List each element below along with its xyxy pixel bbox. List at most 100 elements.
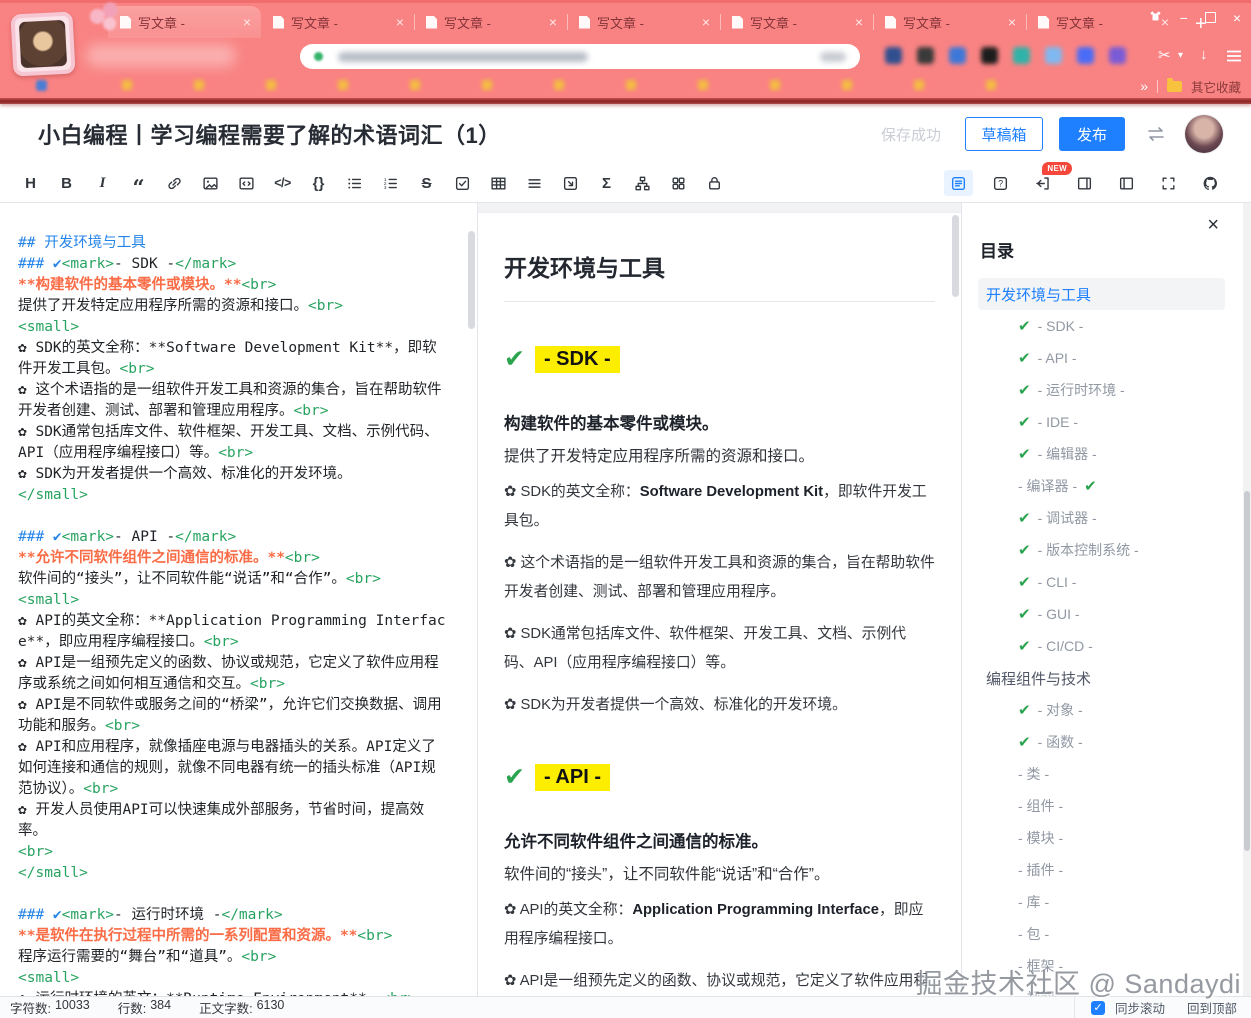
fullscreen-icon[interactable] <box>1154 170 1183 196</box>
source-line[interactable]: 软件间的“接头”，让不同软件能“说话”和“合作”。<br> <box>18 569 447 590</box>
tab-close-icon[interactable]: × <box>394 14 406 30</box>
toc-item[interactable]: ✔- CLI - <box>978 566 1225 598</box>
toc-item[interactable]: - 类 - <box>978 758 1225 790</box>
toc-item[interactable]: ✔- 编辑器 - <box>978 438 1225 470</box>
align-icon[interactable] <box>520 170 549 196</box>
source-line[interactable]: ✿ 开发人员使用API可以快速集成外部服务，节省时间，提高效率。 <box>18 800 447 842</box>
tab-close-icon[interactable]: × <box>853 14 865 30</box>
scissors-caret-icon[interactable]: ▾ <box>1178 50 1183 61</box>
toc-item[interactable]: ✔- 对象 - <box>978 694 1225 726</box>
source-line[interactable]: </small> <box>18 863 447 884</box>
toc-item[interactable]: 开发环境与工具 <box>978 278 1225 310</box>
toc-close-icon[interactable]: × <box>1207 215 1219 235</box>
tab-close-icon[interactable]: × <box>547 14 559 30</box>
outline-icon[interactable] <box>944 170 973 196</box>
inline-code-icon[interactable]: </> <box>268 170 297 196</box>
toc-item[interactable]: ✔- CI/CD - <box>978 630 1225 662</box>
maximize-button[interactable] <box>1205 12 1216 23</box>
toc-item[interactable]: ✔- 函数 - <box>978 726 1225 758</box>
bold-icon[interactable]: B <box>52 170 81 196</box>
table-icon[interactable] <box>484 170 513 196</box>
toc-item[interactable]: ✔- 版本控制系统 - <box>978 534 1225 566</box>
extension-icon[interactable] <box>1013 47 1030 64</box>
page-scrollbar[interactable] <box>1243 203 1251 996</box>
lock-icon[interactable] <box>700 170 729 196</box>
source-line[interactable]: ✿ SDK的英文全称：**Software Development Kit**，… <box>18 338 447 380</box>
source-line[interactable]: </small> <box>18 485 447 506</box>
link-icon[interactable] <box>160 170 189 196</box>
toc-item[interactable]: - 包 - <box>978 918 1225 950</box>
toc-item[interactable]: ✔- API - <box>978 342 1225 374</box>
source-line[interactable]: 提供了开发特定应用程序所需的资源和接口。<br> <box>18 296 447 317</box>
bookmark-folder-icon[interactable] <box>914 80 924 90</box>
code-block-icon[interactable] <box>232 170 261 196</box>
source-line[interactable]: ✿ SDK通常包括库文件、软件框架、开发工具、文档、示例代码、API（应用程序编… <box>18 422 447 464</box>
toc-item[interactable]: - 视图 - <box>978 982 1225 996</box>
browser-tab[interactable]: 写文章 -× <box>414 6 567 38</box>
insert-block-icon[interactable] <box>556 170 585 196</box>
blockquote-icon[interactable]: “ <box>124 166 153 200</box>
toc-item[interactable]: - 框架 - <box>978 950 1225 982</box>
extension-icon[interactable] <box>1045 47 1062 64</box>
image-icon[interactable] <box>196 170 225 196</box>
browser-tab[interactable]: 写文章 -× <box>720 6 873 38</box>
nav-buttons-blurred[interactable] <box>86 44 236 67</box>
source-line[interactable]: 程序运行需要的“舞台”和“道具”。<br> <box>18 947 447 968</box>
theme-button[interactable] <box>1148 9 1163 26</box>
panel-left-icon[interactable] <box>1112 170 1141 196</box>
bookmark-folder-icon[interactable] <box>482 80 492 90</box>
toc-item[interactable]: - 组件 - <box>978 790 1225 822</box>
back-to-top-button[interactable]: 回到顶部 <box>1187 998 1237 1017</box>
source-line[interactable]: ✿ 这个术语指的是一组软件开发工具和资源的集合，旨在帮助软件开发者创建、测试、部… <box>18 380 447 422</box>
markdown-source-pane[interactable]: ## 开发环境与工具### ✔<mark>- SDK -</mark>**构建软… <box>0 203 478 996</box>
grid-view-icon[interactable] <box>664 170 693 196</box>
source-line[interactable]: <small> <box>18 968 447 989</box>
bookmark-folder-icon[interactable] <box>626 80 636 90</box>
toc-item[interactable]: ✔- 运行时环境 - <box>978 374 1225 406</box>
extension-icon[interactable] <box>917 47 934 64</box>
bookmark-folder-icon[interactable] <box>698 80 708 90</box>
braces-icon[interactable]: {} <box>304 170 333 196</box>
bullet-list-icon[interactable] <box>340 170 369 196</box>
toc-item[interactable]: ✔- IDE - <box>978 406 1225 438</box>
bookmark-folder-icon[interactable] <box>338 80 348 90</box>
bookmark-folder-icon[interactable] <box>770 80 780 90</box>
bookmark-folder-icon[interactable] <box>266 80 276 90</box>
screenshot-scissors-icon[interactable]: ✂ <box>1158 46 1171 64</box>
bookmark-folder-icon[interactable] <box>410 80 420 90</box>
tab-close-icon[interactable]: × <box>241 14 253 30</box>
github-icon[interactable] <box>1196 170 1225 196</box>
extension-icon[interactable] <box>981 47 998 64</box>
extension-icons[interactable] <box>885 47 1126 64</box>
italic-icon[interactable]: I <box>88 170 117 196</box>
toc-item[interactable]: ✔- 调试器 - <box>978 502 1225 534</box>
diagram-icon[interactable] <box>628 170 657 196</box>
source-line[interactable]: ✿ 运行时环境的英文：**Runtime Environment**。<br> <box>18 989 447 996</box>
extension-icon[interactable] <box>1077 47 1094 64</box>
source-line[interactable] <box>18 506 447 527</box>
source-line[interactable]: **允许不同软件组件之间通信的标准。**<br> <box>18 548 447 569</box>
bookmark-item-blurred[interactable] <box>36 80 47 91</box>
page-scrollbar-thumb[interactable] <box>1244 491 1250 851</box>
bookmark-folder-icon[interactable] <box>194 80 204 90</box>
tab-close-icon[interactable]: × <box>700 14 712 30</box>
toc-item[interactable]: 编程组件与技术 <box>978 662 1225 694</box>
article-title-input[interactable]: 小白编程丨学习编程需要了解的术语词汇（1） <box>38 118 881 150</box>
formula-icon[interactable]: Σ <box>592 170 621 196</box>
source-line[interactable]: ✿ API是不同软件或服务之间的“桥梁”，允许它们交换数据、调用功能和服务。<b… <box>18 695 447 737</box>
source-line[interactable]: ### ✔<mark>- 运行时环境 -</mark> <box>18 905 447 926</box>
user-avatar[interactable] <box>1185 115 1223 153</box>
bookmark-folders-blurred[interactable] <box>122 80 996 90</box>
import-icon[interactable]: NEW <box>1028 170 1057 196</box>
bookmark-folder-icon[interactable] <box>842 80 852 90</box>
address-bar[interactable] <box>300 44 860 69</box>
source-line[interactable]: **是软件在执行过程中所需的一系列配置和资源。**<br> <box>18 926 447 947</box>
toc-item[interactable]: - 编译器 -✔ <box>978 470 1225 502</box>
source-line[interactable]: ## 开发环境与工具 <box>18 233 447 254</box>
extension-icon[interactable] <box>949 47 966 64</box>
browser-tab[interactable]: 写文章 -× <box>261 6 414 38</box>
source-line[interactable]: **构建软件的基本零件或模块。**<br> <box>18 275 447 296</box>
source-line[interactable]: <small> <box>18 317 447 338</box>
task-list-icon[interactable] <box>448 170 477 196</box>
source-line[interactable]: ✿ SDK为开发者提供一个高效、标准化的开发环境。 <box>18 464 447 485</box>
